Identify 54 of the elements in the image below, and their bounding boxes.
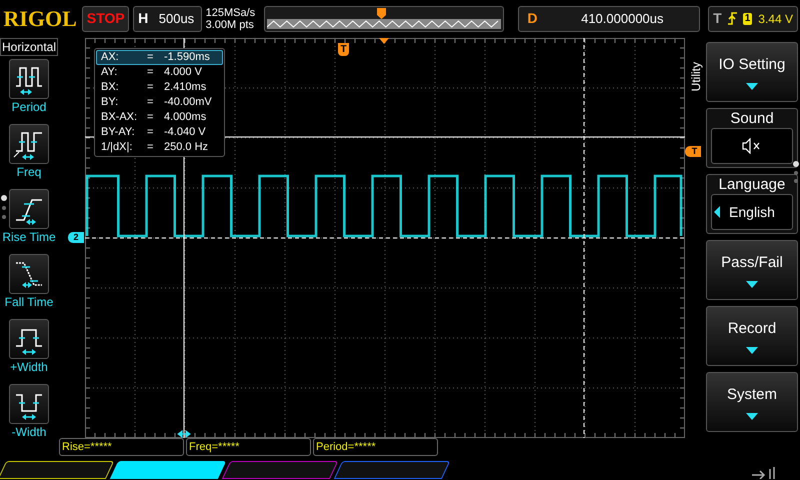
readout-line: BX: = 2.410ms bbox=[100, 80, 208, 95]
menu-item-label: Language bbox=[718, 176, 786, 194]
measurement-result: Freq=***** bbox=[186, 438, 311, 456]
trigger-box[interactable]: T 1 3.44 V bbox=[708, 6, 798, 32]
brand-logo: RIGOL bbox=[2, 8, 78, 30]
trigger-position-icon bbox=[379, 38, 389, 44]
readout-line: BY: = -40.00mV bbox=[100, 95, 213, 110]
left-caret-icon bbox=[714, 206, 720, 218]
menu-button[interactable]: System bbox=[706, 372, 798, 432]
measure-button[interactable]: Period bbox=[0, 59, 59, 123]
delay-value: 410.000000us bbox=[580, 10, 665, 28]
readout-line: AY: = 4.000 V bbox=[100, 65, 203, 80]
timebase-box[interactable]: H 500us bbox=[133, 6, 202, 32]
measure-button[interactable]: Rise Time bbox=[0, 189, 59, 253]
run-stop-button[interactable]: STOP bbox=[82, 6, 130, 32]
measure-button[interactable]: -Width bbox=[0, 384, 59, 448]
trigger-level-marker: T bbox=[685, 146, 701, 157]
sample-rate: 125MSa/s bbox=[206, 6, 256, 18]
readout-line: BX-AX: = 4.000ms bbox=[100, 110, 208, 125]
timebase-value: 500us bbox=[158, 10, 196, 28]
trigger-source: 1 bbox=[742, 12, 752, 24]
speaker-muted-icon bbox=[742, 138, 762, 154]
delay-box[interactable]: D 410.000000us bbox=[518, 6, 700, 32]
caret-icon bbox=[746, 280, 758, 288]
menu-item-label: Sound bbox=[730, 110, 774, 128]
menu-button[interactable]: Pass/Fail bbox=[706, 240, 798, 300]
delay-label: D bbox=[526, 9, 538, 28]
rising-edge-icon bbox=[728, 12, 737, 25]
language-menu-item[interactable]: Language English bbox=[706, 174, 798, 234]
readout-line: BY-AY: = -4.040 V bbox=[100, 125, 207, 140]
caret-icon bbox=[746, 346, 758, 354]
memory-depth: 3.00M pts bbox=[206, 18, 255, 30]
trigger-marker: T bbox=[338, 43, 349, 56]
readout-line: 1/|dX|: = 250.0 Hz bbox=[100, 140, 210, 155]
menu-button[interactable]: IO Setting bbox=[706, 42, 798, 102]
caret-icon bbox=[746, 412, 758, 420]
caret-icon bbox=[746, 82, 758, 90]
menu-tab-label: Utility bbox=[688, 62, 704, 92]
measure-button[interactable]: +Width bbox=[0, 319, 59, 383]
menu-title: Horizontal bbox=[0, 38, 58, 56]
timebase-label: H bbox=[137, 9, 150, 28]
sound-menu-item[interactable]: Sound bbox=[706, 108, 798, 168]
measure-button[interactable]: Freq bbox=[0, 124, 59, 188]
language-select[interactable]: English bbox=[711, 194, 793, 230]
cursor-handle-icon bbox=[178, 430, 190, 438]
trigger-voltage: 3.44 V bbox=[758, 10, 793, 28]
channel-marker: 2 bbox=[68, 232, 84, 243]
measurement-result: Rise=***** bbox=[59, 438, 184, 456]
measurement-result: Period=***** bbox=[313, 438, 438, 456]
menu-button[interactable]: Record bbox=[706, 306, 798, 366]
sound-toggle[interactable] bbox=[711, 128, 793, 164]
trigger-label: T bbox=[713, 9, 722, 28]
trigger-position-icon bbox=[377, 8, 386, 18]
measure-button[interactable]: Fall Time bbox=[0, 254, 59, 318]
